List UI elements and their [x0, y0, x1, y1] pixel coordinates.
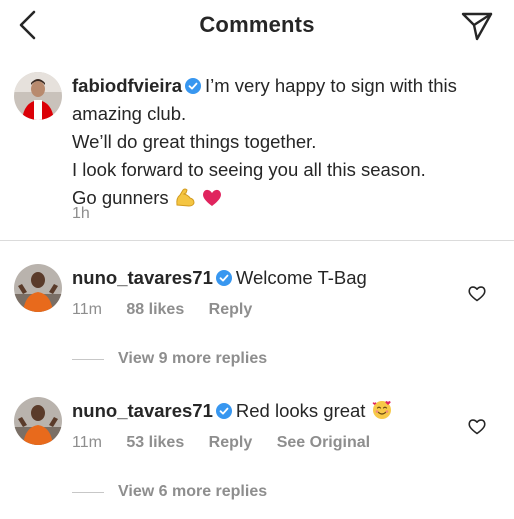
post-username[interactable]: fabiodfvieira — [72, 75, 182, 96]
comment-meta: 11m 88 likes Reply — [72, 301, 272, 319]
header-bar: Comments — [0, 0, 514, 52]
comment-time: 11m — [72, 434, 102, 451]
red-heart-emoji-icon — [203, 189, 221, 206]
reply-button[interactable]: Reply — [209, 301, 253, 318]
comment-text: Welcome T-Bag — [235, 267, 367, 288]
caption-line-2: amazing club. — [72, 103, 187, 124]
view-more-replies[interactable]: View 6 more replies — [72, 483, 267, 501]
avatar-photo — [14, 397, 62, 445]
smiling-face-with-hearts-emoji-icon — [372, 401, 391, 419]
avatar-photo — [14, 72, 62, 120]
post-time: 1h — [72, 205, 90, 222]
comment-body: nuno_tavares71 Red looks great — [72, 398, 462, 424]
likes-count[interactable]: 53 likes — [126, 434, 184, 451]
heart-icon[interactable] — [467, 283, 487, 303]
comment-username[interactable]: nuno_tavares71 — [72, 400, 213, 421]
see-original-button[interactable]: See Original — [277, 434, 370, 451]
replies-rule — [72, 358, 104, 360]
comment-meta: 11m 53 likes Reply See Original — [72, 434, 390, 452]
comment-time: 11m — [72, 301, 102, 318]
post-caption: fabiodfvieira I’m very happy to sign with… — [72, 72, 504, 212]
view-more-replies[interactable]: View 9 more replies — [72, 350, 267, 368]
view-more-label: View 9 more replies — [118, 350, 268, 367]
comment-body: nuno_tavares71 Welcome T-Bag — [72, 265, 462, 291]
heart-icon[interactable] — [467, 416, 487, 436]
caption-line-3: We’ll do great things together. — [72, 131, 317, 152]
comment-text: Red looks great — [235, 400, 366, 421]
likes-count[interactable]: 88 likes — [126, 301, 184, 318]
view-more-label: View 6 more replies — [118, 483, 268, 500]
verified-badge-icon — [185, 78, 201, 94]
verified-badge-icon — [215, 270, 232, 286]
post-meta: 1h — [72, 205, 110, 223]
caption-text: I’m very happy to sign with this — [205, 75, 457, 96]
avatar-photo — [14, 264, 62, 312]
caption-line-4: I look forward to seeing you all this se… — [72, 159, 426, 180]
replies-rule — [72, 491, 104, 493]
divider — [0, 240, 514, 241]
comment-username[interactable]: nuno_tavares71 — [72, 267, 213, 288]
paper-plane-icon[interactable] — [460, 10, 494, 42]
verified-badge-icon — [215, 403, 232, 419]
flexed-biceps-emoji-icon — [176, 188, 195, 207]
comment-avatar[interactable] — [14, 397, 62, 445]
caption-line-5: Go gunners — [72, 184, 504, 212]
comment-avatar[interactable] — [14, 264, 62, 312]
avatar[interactable] — [14, 72, 62, 120]
reply-button[interactable]: Reply — [209, 434, 253, 451]
caption-line-1: fabiodfvieira I’m very happy to sign with… — [72, 72, 504, 100]
page-title: Comments — [199, 12, 315, 37]
